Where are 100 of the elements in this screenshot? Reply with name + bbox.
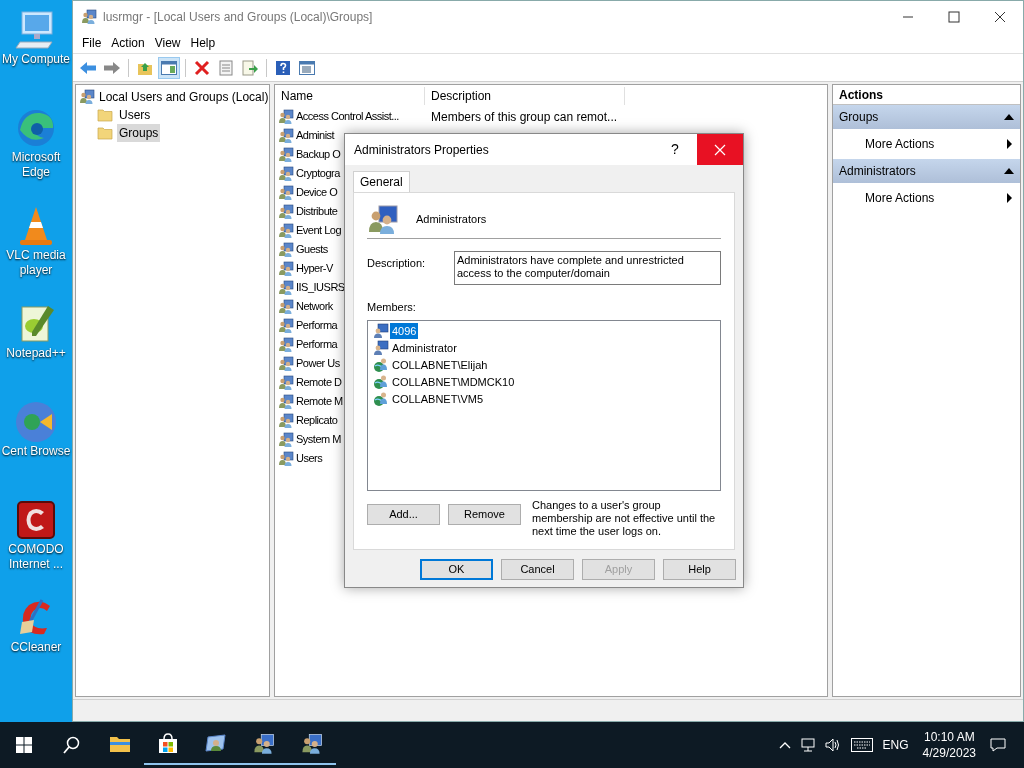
close-icon [714, 143, 726, 156]
group-name[interactable]: Hyper-V [296, 260, 333, 277]
close-icon[interactable] [994, 10, 1006, 23]
group-name[interactable]: Backup O [296, 146, 341, 163]
group-name-text: Administrators [416, 212, 487, 228]
column-header[interactable]: Description [425, 87, 625, 105]
group-icon [278, 260, 294, 277]
membership-note: Changes to a user's group membership are not effective until the next time the user logs on. [532, 498, 717, 538]
member-item[interactable]: 4096 [390, 322, 419, 340]
folder-icon [97, 126, 113, 140]
member-item[interactable]: COLLABNET\Elijah [390, 356, 490, 374]
group-name[interactable]: Performa [296, 336, 338, 353]
group-users-icon [367, 203, 399, 236]
user-globe-icon [373, 391, 389, 407]
member-item[interactable]: COLLABNET\MDMCK10 [390, 373, 517, 391]
group-name[interactable]: Guests [296, 241, 328, 258]
chevron-up-icon[interactable] [778, 741, 791, 749]
keyboard-icon[interactable] [850, 738, 873, 752]
actions-section-header[interactable]: Administrators [833, 159, 1020, 183]
user-globe-icon [373, 374, 389, 390]
group-icon [278, 336, 294, 353]
group-name[interactable]: Network [296, 298, 333, 315]
group-name[interactable]: System M [296, 431, 341, 448]
group-icon [278, 317, 294, 334]
members-label: Members: [367, 300, 417, 315]
group-icon [278, 203, 294, 220]
group-icon [278, 279, 294, 296]
group-name[interactable]: Remote D [296, 374, 342, 391]
tree-item[interactable]: Users [117, 106, 153, 124]
network-icon[interactable] [800, 737, 817, 753]
group-icon [278, 241, 294, 258]
clock[interactable]: 10:10 AM 4/29/2023 [922, 729, 976, 761]
action-link[interactable]: More Actions [865, 189, 935, 207]
group-icon [278, 184, 294, 201]
group-icon [278, 450, 294, 467]
group-name[interactable]: Distribute [296, 203, 338, 220]
add-button[interactable]: Add... [367, 503, 440, 525]
dialog-button[interactable]: Help [663, 559, 736, 580]
group-icon [278, 393, 294, 410]
dialog-title: Administrators Properties [353, 141, 490, 159]
remove-button[interactable]: Remove [448, 503, 521, 525]
notification-icon[interactable] [990, 737, 1006, 753]
member-item[interactable]: Administrator [390, 339, 459, 357]
group-icon [278, 108, 294, 125]
actions-heading: Actions [839, 86, 883, 104]
collapse-caret-icon[interactable] [1004, 114, 1014, 120]
group-name[interactable]: Users [296, 450, 323, 467]
group-name[interactable]: Access Control Assist... [296, 108, 399, 125]
group-icon [278, 374, 294, 391]
group-name[interactable]: Event Log [296, 222, 342, 239]
clock-time: 10:10 AM [923, 729, 975, 745]
user-computer-icon [373, 340, 389, 356]
panel-toggle-icon[interactable] [158, 56, 180, 79]
group-name[interactable]: Administ [296, 127, 335, 144]
windows-start-icon[interactable] [16, 737, 32, 753]
submenu-arrow-icon [1007, 193, 1012, 203]
menu-item[interactable]: File [77, 33, 107, 52]
tree-item[interactable]: Local Users and Groups (Local) [99, 88, 269, 106]
group-name[interactable]: Device O [296, 184, 338, 201]
browser-logo-icon [14, 400, 58, 444]
group-name[interactable]: IIS_IUSRS [296, 279, 345, 296]
maximize-icon[interactable] [948, 10, 960, 23]
user-computer-icon [373, 323, 389, 339]
member-item[interactable]: COLLABNET\VM5 [390, 390, 486, 408]
folder-icon [97, 108, 113, 122]
dialog-tab[interactable]: General [353, 171, 410, 192]
group-name[interactable]: Power Us [296, 355, 340, 372]
column-header[interactable]: Name [275, 87, 425, 105]
group-icon [278, 298, 294, 315]
shield-c-icon [14, 498, 58, 542]
submenu-arrow-icon [1007, 139, 1012, 149]
dialog-button[interactable]: OK [420, 559, 493, 580]
search-icon[interactable] [63, 736, 81, 754]
group-description: Members of this group can remot... [430, 108, 618, 126]
group-icon [278, 412, 294, 429]
group-name[interactable]: Replicato [296, 412, 338, 429]
actions-section-header[interactable]: Groups [833, 105, 1020, 129]
group-name[interactable]: Remote M [296, 393, 343, 410]
window-title: lusrmgr - [Local Users and Groups (Local)\Groups] [103, 8, 374, 26]
speaker-icon[interactable] [824, 737, 841, 753]
group-name[interactable]: Cryptogra [296, 165, 340, 182]
clock-date: 4/29/2023 [922, 745, 976, 761]
action-link[interactable]: More Actions [865, 135, 935, 153]
user-globe-icon [373, 357, 389, 373]
menu-item[interactable]: Action [106, 33, 150, 52]
dialog-button[interactable]: Cancel [501, 559, 574, 580]
menu-item[interactable]: Help [185, 33, 221, 52]
collapse-caret-icon[interactable] [1004, 168, 1014, 174]
computer-users-icon [79, 89, 95, 105]
description-label: Description: [367, 256, 427, 271]
group-icon [278, 165, 294, 182]
language-indicator[interactable]: ENG [882, 736, 909, 754]
group-name[interactable]: Performa [296, 317, 338, 334]
app-icon [81, 8, 97, 25]
menu-item[interactable]: View [149, 33, 186, 52]
description-field[interactable]: Administrators have complete and unrestricted access to the computer/domain [454, 251, 721, 285]
group-icon [278, 146, 294, 163]
tree-item[interactable]: Groups [117, 124, 161, 142]
group-icon [278, 431, 294, 448]
help-button[interactable]: ? [653, 134, 697, 165]
